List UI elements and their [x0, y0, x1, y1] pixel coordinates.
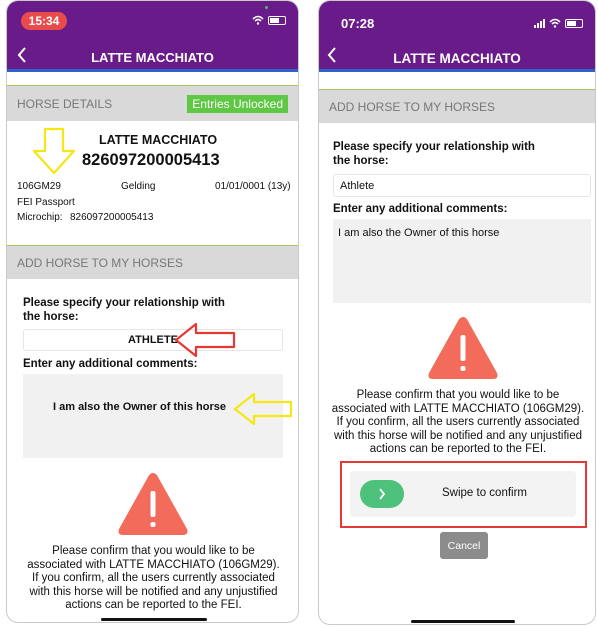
horse-fei-id: 106GM29	[17, 181, 61, 192]
relationship-label-line2: the horse:	[23, 311, 79, 323]
confirm-line: Please confirm that you would like to be	[52, 545, 255, 557]
confirm-message: Please confirm that you would like to be…	[7, 545, 298, 613]
warning-icon	[428, 317, 498, 379]
yellow-left-arrow-annotation	[233, 392, 293, 426]
horse-dob: 01/01/0001 (13y)	[215, 181, 291, 192]
wifi-icon	[549, 18, 561, 28]
comments-value: I am also the Owner of this horse	[338, 227, 500, 239]
confirm-line: Please confirm that you would like to be	[356, 389, 560, 401]
confirm-line: with this horse will be notified and any…	[29, 585, 278, 598]
add-horse-header: ADD HORSE TO MY HORSES	[319, 89, 595, 123]
microchip-value: 826097200005413	[70, 212, 154, 223]
confirm-line: If you confirm, all the users currently …	[32, 572, 275, 584]
comments-label: Enter any additional comments:	[23, 358, 198, 370]
comments-value: I am also the Owner of this horse	[53, 401, 226, 413]
confirm-line: associated with LATTE MACCHIATO (106GM29…	[27, 558, 280, 571]
confirm-line: actions can be reported to the FEI.	[369, 443, 547, 455]
confirm-message: Please confirm that you would like to be…	[319, 389, 595, 457]
warning-icon	[118, 473, 188, 535]
relationship-label-line2: the horse:	[333, 155, 389, 167]
accent-line	[7, 69, 298, 72]
battery-icon	[268, 15, 286, 25]
nav-title: LATTE MACCHIATO	[91, 50, 214, 65]
horse-details-header: HORSE DETAILS Entries Unlocked	[7, 85, 298, 121]
cancel-label: Cancel	[447, 539, 481, 552]
home-indicator	[411, 620, 515, 623]
swipe-handle[interactable]	[360, 480, 404, 508]
entries-unlocked-badge: Entries Unlocked	[187, 94, 288, 113]
accent-line	[319, 69, 595, 72]
relationship-label-line1: Please specify your relationship with	[333, 141, 535, 153]
horse-sex: Gelding	[121, 181, 156, 192]
horse-ueln: 826097200005413	[82, 151, 220, 169]
confirm-line: actions can be reported to the FEI.	[65, 599, 242, 611]
nav-title: LATTE MACCHIATO	[393, 51, 521, 66]
comments-label: Enter any additional comments:	[333, 203, 508, 215]
relationship-field[interactable]: Athlete	[333, 174, 591, 197]
left-phone-screen: 15:34 LATTE MACCHIATO HORSE DETAILS Entr…	[6, 0, 299, 623]
cellular-signal-icon	[534, 18, 545, 28]
swipe-label: Swipe to confirm	[442, 487, 528, 499]
home-indicator	[101, 618, 207, 621]
status-time: 15:34	[21, 12, 67, 30]
red-left-arrow-annotation	[174, 322, 236, 358]
add-horse-header: ADD HORSE TO MY HORSES	[7, 245, 298, 279]
privacy-dot-icon	[265, 6, 268, 9]
status-icons	[252, 15, 286, 25]
confirm-line: with this horse will be notified and any…	[333, 429, 583, 442]
horse-details-title: HORSE DETAILS	[17, 96, 113, 111]
add-horse-title: ADD HORSE TO MY HORSES	[329, 99, 496, 114]
relationship-value: ATHLETE	[128, 334, 178, 346]
right-phone-screen: 07:28 LATTE MACCHIATO ADD HORSE TO MY HO…	[318, 0, 596, 625]
chevron-right-icon	[379, 488, 386, 500]
relationship-field[interactable]: ATHLETE	[23, 329, 283, 351]
confirm-line: If you confirm, all the users currently …	[336, 416, 580, 428]
horse-name: LATTE MACCHIATO	[99, 133, 218, 147]
add-horse-title: ADD HORSE TO MY HORSES	[17, 255, 184, 270]
microchip-label: Microchip:	[17, 212, 63, 223]
confirm-line: associated with LATTE MACCHIATO (106GM29…	[331, 402, 585, 415]
wifi-icon	[252, 15, 264, 25]
comments-textarea[interactable]: I am also the Owner of this horse	[333, 219, 591, 303]
horse-passport: FEI Passport	[17, 197, 75, 208]
swipe-to-confirm-slider[interactable]: Swipe to confirm	[350, 471, 576, 517]
relationship-label-line1: Please specify your relationship with	[23, 297, 225, 309]
relationship-value: Athlete	[340, 179, 375, 192]
battery-icon	[565, 18, 583, 28]
status-icons	[534, 18, 583, 28]
cancel-button[interactable]: Cancel	[440, 532, 488, 559]
yellow-down-arrow-annotation	[32, 127, 76, 175]
status-time: 07:28	[341, 16, 375, 31]
